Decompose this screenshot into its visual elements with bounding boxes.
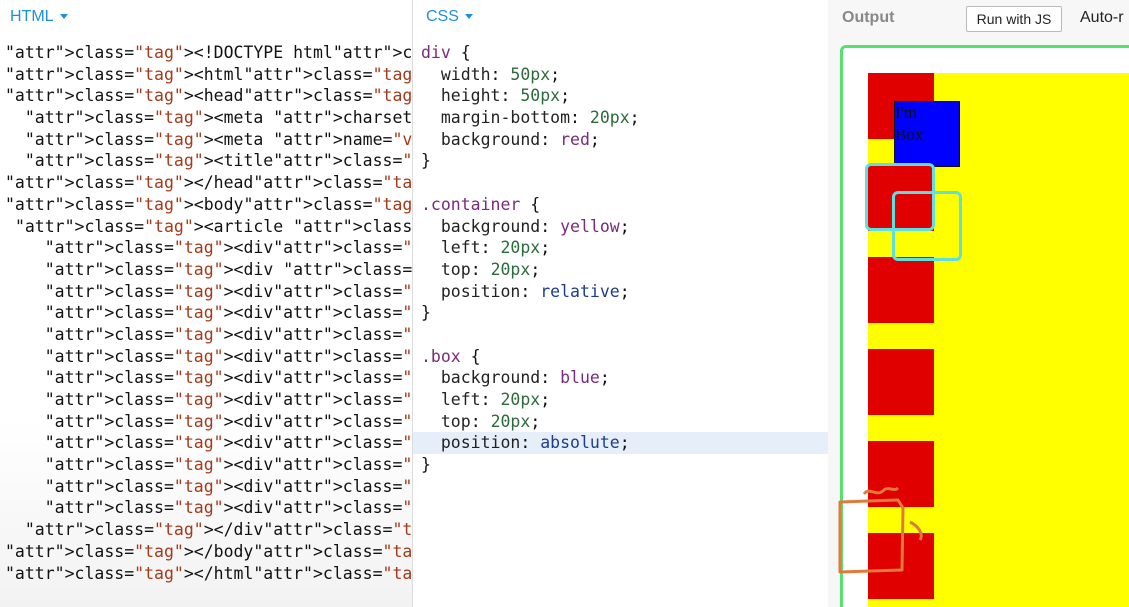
css-code-line[interactable]: }	[413, 454, 828, 476]
html-code-line[interactable]: "attr">class="tag"></html"attr">class="t…	[0, 563, 452, 585]
css-code-line[interactable]: position: relative;	[413, 281, 828, 303]
html-code-line[interactable]: "attr">class="tag"><body"attr">class="ta…	[0, 194, 442, 216]
html-code-line[interactable]: "attr">class="tag"></body"attr">class="t…	[0, 541, 452, 563]
html-code-line[interactable]: "attr">class="tag"><div"attr">class="tag…	[0, 324, 909, 346]
css-code-line[interactable]: left: 20px;	[413, 237, 828, 259]
html-editor-pane: HTML "attr">class="tag"><!DOCTYPE html"a…	[0, 0, 1129, 607]
box-text-line1: I'm	[895, 103, 917, 122]
css-code-line[interactable]: .container {	[413, 194, 828, 216]
css-code-line[interactable]	[413, 172, 828, 194]
css-code-line[interactable]: background: yellow;	[413, 216, 828, 238]
html-code-line[interactable]: "attr">class="tag"><meta "attr">name="vi…	[0, 129, 701, 151]
css-code-line[interactable]: height: 50px;	[413, 85, 828, 107]
css-code-line[interactable]: }	[413, 150, 828, 172]
html-code-line[interactable]: "attr">class="tag"><div"attr">class="tag…	[0, 497, 909, 519]
run-with-js-button[interactable]: Run with JS	[966, 6, 1062, 32]
css-code-line[interactable]: width: 50px;	[413, 64, 828, 86]
red-div	[868, 349, 934, 415]
box-text-line2: Box	[895, 125, 924, 144]
html-code-line[interactable]: "attr">class="tag"><div"attr">class="tag…	[0, 367, 909, 389]
chevron-down-icon	[464, 14, 473, 20]
html-code-line[interactable]: "attr">class="tag"><div"attr">class="tag…	[0, 281, 909, 303]
chevron-down-icon	[59, 14, 68, 20]
html-code-line[interactable]: "attr">class="tag"><div"attr">class="tag…	[0, 432, 909, 454]
html-code-line[interactable]: "attr">class="tag"><meta "attr">charset=…	[0, 107, 691, 129]
html-code-line[interactable]: "attr">class="tag"><div"attr">class="tag…	[0, 302, 909, 324]
html-code-line[interactable]: "attr">class="tag"><div"attr">class="tag…	[0, 411, 909, 433]
output-panel-title: Output	[842, 9, 895, 26]
css-code-line[interactable]: }	[413, 302, 828, 324]
html-code-line[interactable]: "attr">class="tag"><div"attr">class="tag…	[0, 454, 909, 476]
css-code-line[interactable]: background: red;	[413, 129, 828, 151]
html-code-line[interactable]: "attr">class="tag"><div"attr">class="tag…	[0, 389, 909, 411]
css-code-line[interactable]: position: absolute;	[413, 432, 828, 455]
html-code-line[interactable]: "attr">class="tag"><html"attr">class="ta…	[0, 64, 442, 86]
html-code-line[interactable]: "attr">class="tag"><article "attr">class…	[0, 216, 730, 238]
html-code-editor[interactable]: "attr">class="tag"><!DOCTYPE html"attr">…	[0, 42, 1129, 585]
css-code-editor[interactable]: div { width: 50px; height: 50px; margin-…	[413, 42, 828, 476]
html-code-line[interactable]: "attr">class="tag"><div"attr">class="tag…	[0, 346, 909, 368]
html-code-line[interactable]: "attr">class="tag"><div"attr">class="tag…	[0, 476, 909, 498]
css-code-line[interactable]: .box {	[413, 346, 828, 368]
html-code-line[interactable]: "attr">class="tag"><div"attr">class="tag…	[0, 237, 909, 259]
highlight-outline	[892, 191, 962, 261]
css-editor-pane: CSS div { width: 50px; height: 50px; mar…	[413, 0, 828, 607]
html-code-line[interactable]: "attr">class="tag"><title"attr">class="t…	[0, 150, 989, 172]
html-code-line[interactable]: "attr">class="tag"><!DOCTYPE html"attr">…	[0, 42, 532, 64]
css-code-line[interactable]: background: blue;	[413, 367, 828, 389]
html-code-line[interactable]: "attr">class="tag"></head"attr">class="t…	[0, 172, 452, 194]
auto-run-checkbox-label[interactable]: Auto-r	[1080, 9, 1124, 27]
css-panel-title: CSS	[426, 8, 459, 25]
output-pane: Output Run with JS Auto-r I'm Box	[828, 0, 1129, 607]
css-code-line[interactable]: margin-bottom: 20px;	[413, 107, 828, 129]
html-code-line[interactable]: "attr">class="tag"><div "attr">class="bo…	[0, 259, 1129, 281]
html-pane-header: HTML	[0, 0, 412, 36]
annotation-scribble-icon	[838, 486, 923, 574]
css-code-line[interactable]: top: 20px;	[413, 259, 828, 281]
css-panel-dropdown[interactable]: CSS	[426, 8, 473, 26]
html-code-line[interactable]: "attr">class="tag"></div"attr">class="ta…	[0, 519, 462, 541]
css-code-line[interactable]: div {	[413, 42, 828, 64]
blue-box-div: I'm Box	[894, 101, 960, 167]
html-code-line[interactable]: "attr">class="tag"><head"attr">class="ta…	[0, 85, 442, 107]
css-pane-header: CSS	[413, 0, 828, 36]
css-code-line[interactable]: top: 20px;	[413, 411, 828, 433]
css-code-line[interactable]	[413, 324, 828, 346]
html-panel-dropdown[interactable]: HTML	[10, 8, 68, 26]
html-panel-title: HTML	[10, 8, 54, 25]
red-div	[868, 257, 934, 323]
css-code-line[interactable]: left: 20px;	[413, 389, 828, 411]
